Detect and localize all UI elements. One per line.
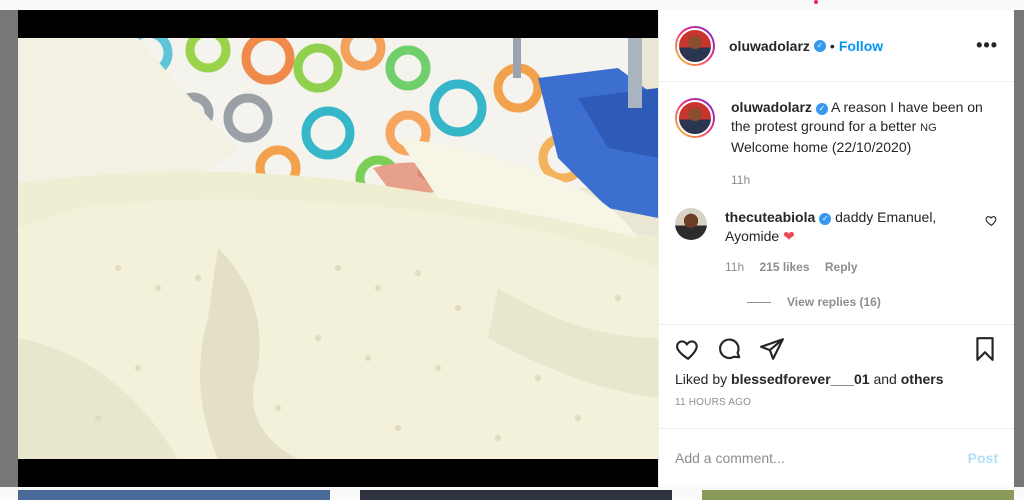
post-photo[interactable] [18, 38, 658, 459]
comment-composer: Post [659, 428, 1014, 487]
comment-item: thecuteabiola ✓ daddy Emanuel, Ayomide ❤ … [675, 208, 998, 277]
comment-like-heart-icon[interactable] [985, 214, 998, 227]
heart-icon[interactable] [675, 336, 701, 362]
post-media[interactable] [18, 10, 658, 487]
liked-by-username[interactable]: blessedforever___01 [731, 371, 870, 387]
author-username[interactable]: oluwadolarz [729, 38, 810, 54]
paper-plane-icon[interactable] [759, 336, 785, 362]
commenter-username[interactable]: thecuteabiola [725, 209, 815, 225]
comment-likes[interactable]: 215 likes [759, 260, 809, 274]
view-replies-label[interactable]: View replies (16) [787, 295, 881, 309]
background-thumbnail[interactable] [702, 490, 1014, 500]
notification-dot [814, 0, 818, 4]
more-options-icon[interactable]: ••• [976, 35, 998, 56]
separator-dot: • [829, 37, 835, 54]
author-avatar[interactable] [675, 98, 715, 138]
reply-button[interactable]: Reply [825, 260, 858, 274]
verified-badge-icon: ✓ [813, 39, 826, 52]
verified-badge-icon: ✓ [815, 103, 828, 115]
post-modal: oluwadolarz ✓ • Follow ••• oluwadolarz ✓ … [18, 10, 1014, 487]
post-sidebar: oluwadolarz ✓ • Follow ••• oluwadolarz ✓ … [658, 10, 1014, 487]
liked-by-and: and [873, 371, 897, 387]
liked-by-prefix: Liked by [675, 371, 728, 387]
bookmark-icon[interactable] [972, 336, 998, 362]
post-actions-section: Liked by blessedforever___01 and others … [659, 324, 1014, 428]
flag-ng-icon: NG [920, 122, 937, 134]
commenter-avatar[interactable] [675, 208, 707, 240]
comment-time[interactable]: 11h [725, 260, 744, 274]
liked-by-others-link[interactable]: others [901, 371, 944, 387]
caption-username[interactable]: oluwadolarz [731, 99, 812, 115]
comment-meta: 11h 215 likes Reply [725, 258, 977, 277]
replies-divider-line [747, 301, 771, 303]
post-caption: oluwadolarz ✓ A reason I have been on the… [675, 98, 998, 190]
follow-button[interactable]: Follow [839, 38, 883, 54]
caption-text-line2: Welcome home (22/10/2020) [731, 139, 912, 155]
post-comment-button[interactable]: Post [968, 450, 998, 466]
liked-by-line: Liked by blessedforever___01 and others [675, 371, 998, 387]
post-header: oluwadolarz ✓ • Follow ••• [659, 10, 1014, 82]
add-comment-input[interactable] [675, 450, 968, 466]
post-timestamp[interactable]: 11 HOURS AGO [675, 397, 998, 408]
view-replies-button[interactable]: View replies (16) [747, 295, 998, 309]
red-heart-emoji: ❤ [783, 228, 795, 244]
author-avatar[interactable] [675, 25, 715, 66]
verified-badge-icon: ✓ [819, 213, 832, 225]
comment-bubble-icon[interactable] [717, 336, 743, 362]
caption-timestamp[interactable]: 11h [731, 171, 998, 190]
background-thumbnail[interactable] [360, 490, 672, 500]
comments-list[interactable]: oluwadolarz ✓ A reason I have been on the… [659, 82, 1014, 324]
action-bar [675, 335, 998, 363]
background-page-top [0, 0, 1024, 10]
background-thumbnail[interactable] [18, 490, 330, 500]
